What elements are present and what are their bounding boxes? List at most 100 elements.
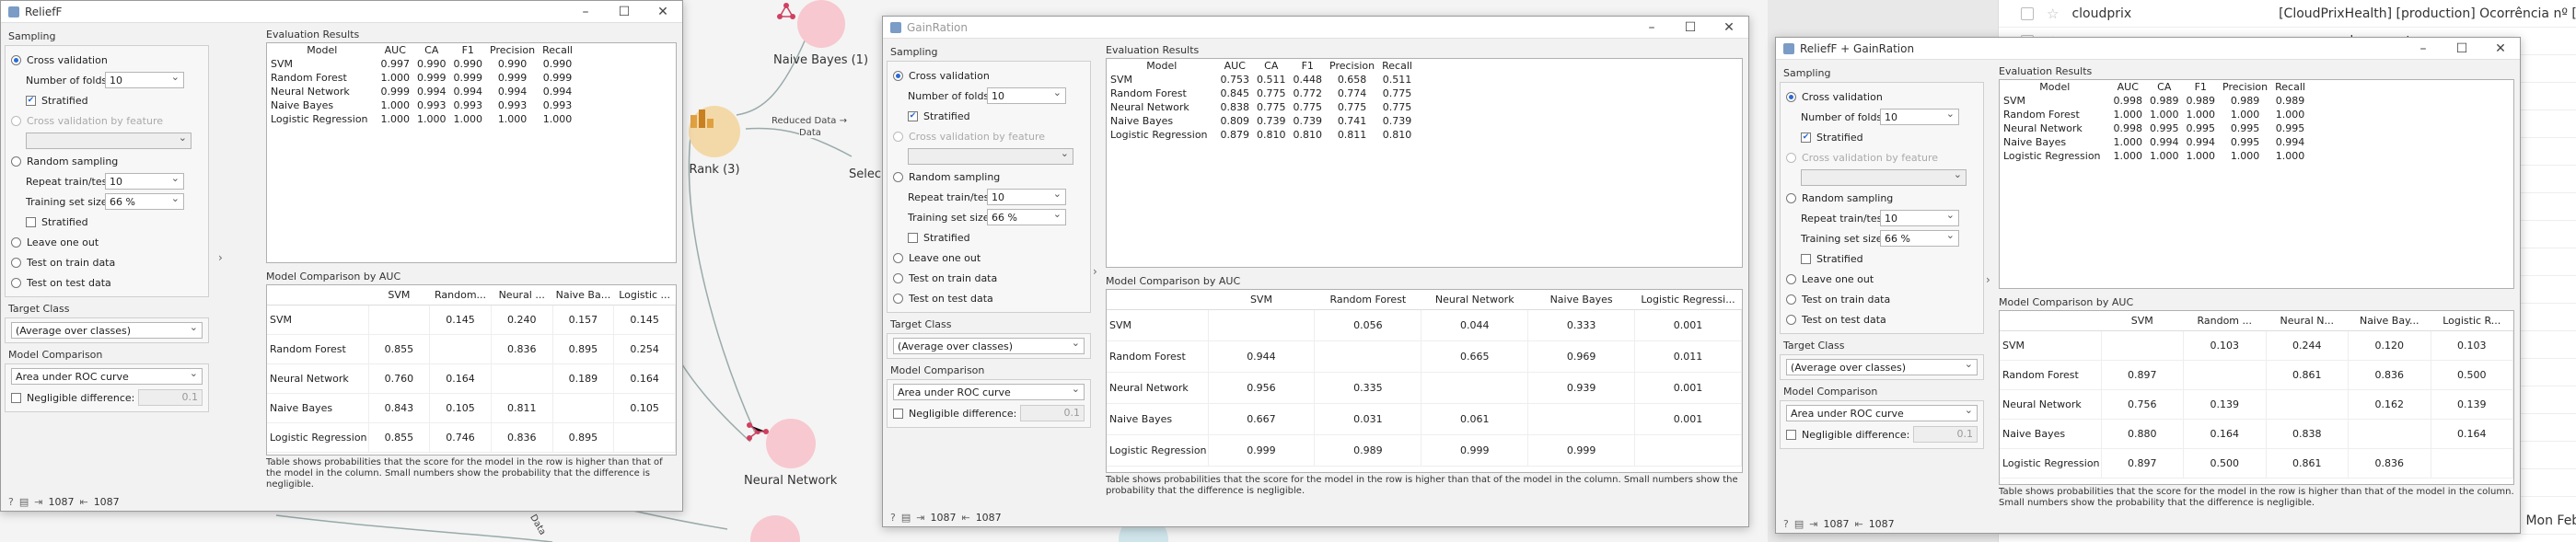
minimize-button[interactable]: – bbox=[566, 5, 605, 19]
node-rank-3[interactable]: Rank (3) bbox=[689, 106, 740, 177]
cv-by-feature-radio[interactable]: Cross validation by feature bbox=[1786, 147, 1978, 167]
evaluation-table-box[interactable]: Model AUC CA F1 Precision Recall SVM 0.753 0.51… bbox=[1106, 58, 1743, 268]
cv-by-feature-radio[interactable]: Cross validation by feature bbox=[11, 110, 203, 131]
comparison-table-box[interactable]: SVM Random ... Neural N... Naive Bay... Logi… bbox=[1999, 310, 2514, 485]
mail-row[interactable]: ☆ cloudprix [CloudPrixHealth] [production]… bbox=[1999, 0, 2576, 28]
negligible-field[interactable]: 0.1 bbox=[1020, 405, 1085, 421]
score-combo[interactable]: Area under ROC curve bbox=[1786, 404, 1978, 421]
maximize-button[interactable]: ☐ bbox=[1671, 20, 1710, 35]
negligible-field[interactable]: 0.1 bbox=[138, 389, 203, 406]
negligible-checkbox[interactable] bbox=[1786, 429, 1796, 440]
column-header[interactable]: Precision bbox=[486, 43, 539, 57]
stratified2-checkbox[interactable]: Stratified bbox=[908, 227, 1085, 248]
star-icon[interactable]: ☆ bbox=[2047, 6, 2059, 22]
target-class-combo[interactable]: (Average over classes) bbox=[11, 321, 203, 339]
relieff-window[interactable]: ReliefF – ☐ ✕ Sampling Cross validation … bbox=[0, 0, 683, 512]
comparison-table[interactable]: SVM Random Forest Neural Network Naive Baye… bbox=[1107, 290, 1742, 467]
column-header[interactable]: Model bbox=[267, 43, 377, 57]
comparison-table[interactable]: SVM Random ... Neural N... Naive Bay... Logi… bbox=[2000, 311, 2513, 479]
repeat-combo[interactable]: 10 bbox=[105, 172, 184, 190]
minimize-button[interactable]: – bbox=[1632, 20, 1671, 35]
repeat-combo[interactable]: 10 bbox=[1880, 209, 1959, 226]
feature-combo[interactable] bbox=[908, 147, 1073, 165]
gainration-window[interactable]: GainRation – ☐ ✕ Sampling Cross validati… bbox=[882, 16, 1749, 527]
evaluation-table-box[interactable]: Model AUC CA F1 Precision Recall SVM 0.998 0.98… bbox=[1999, 79, 2514, 289]
evaluation-table[interactable]: Model AUC CA F1 Precision Recall SVM 0.997 0.99… bbox=[267, 43, 576, 126]
help-icon[interactable]: ? bbox=[890, 512, 896, 524]
negligible-checkbox[interactable] bbox=[11, 392, 21, 403]
column-header[interactable]: CA bbox=[1253, 59, 1290, 73]
table-row[interactable]: Naive Bayes 0.809 0.739 0.739 0.741 0.739 bbox=[1107, 114, 1416, 128]
cv-by-feature-radio[interactable]: Cross validation by feature bbox=[893, 126, 1085, 146]
column-header[interactable]: Recall bbox=[1378, 59, 1416, 73]
table-row[interactable]: Random Forest 0.845 0.775 0.772 0.774 0.775 bbox=[1107, 86, 1416, 100]
title-bar[interactable]: ReliefF – ☐ ✕ bbox=[1, 1, 682, 23]
panel-splitter-icon[interactable]: › bbox=[218, 251, 223, 264]
leave-one-out-radio[interactable]: Leave one out bbox=[11, 232, 203, 252]
evaluation-table-box[interactable]: Model AUC CA F1 Precision Recall SVM 0.997 0.99… bbox=[266, 42, 677, 263]
random-sampling-radio[interactable]: Random sampling bbox=[893, 167, 1085, 187]
node-neural-network[interactable]: Neural Network bbox=[744, 419, 837, 488]
maximize-button[interactable]: ☐ bbox=[605, 5, 644, 19]
random-sampling-radio[interactable]: Random sampling bbox=[1786, 188, 1978, 208]
negligible-field[interactable]: 0.1 bbox=[1913, 426, 1978, 443]
score-combo[interactable]: Area under ROC curve bbox=[893, 383, 1085, 400]
column-header[interactable]: F1 bbox=[2183, 80, 2220, 94]
column-header[interactable]: AUC bbox=[2110, 80, 2147, 94]
select-checkbox[interactable] bbox=[2021, 6, 2034, 20]
stratified-checkbox[interactable]: ✔ Stratified bbox=[908, 106, 1085, 126]
target-class-combo[interactable]: (Average over classes) bbox=[1786, 358, 1978, 375]
title-bar[interactable]: GainRation – ☐ ✕ bbox=[883, 17, 1748, 39]
report-icon[interactable]: ▤ bbox=[901, 512, 911, 524]
table-row[interactable]: Neural Network 0.999 0.994 0.994 0.994 0.994 bbox=[267, 85, 576, 98]
test-on-test-radio[interactable]: Test on test data bbox=[11, 272, 203, 293]
folds-combo[interactable]: 10 bbox=[1880, 108, 1959, 125]
column-header[interactable]: Model bbox=[1107, 59, 1217, 73]
feature-combo[interactable] bbox=[1801, 168, 1967, 186]
test-on-train-radio[interactable]: Test on train data bbox=[893, 268, 1085, 288]
comparison-table[interactable]: SVM Random... Neural ... Naive Ba... Logisti… bbox=[267, 285, 676, 453]
stratified-checkbox[interactable]: ✔ Stratified bbox=[1801, 127, 1978, 147]
table-row[interactable]: Neural Network 0.838 0.775 0.775 0.775 0.775 bbox=[1107, 100, 1416, 114]
evaluation-table[interactable]: Model AUC CA F1 Precision Recall SVM 0.998 0.98… bbox=[2000, 80, 2309, 163]
node-partial[interactable] bbox=[750, 515, 800, 542]
column-header[interactable]: AUC bbox=[1217, 59, 1254, 73]
close-button[interactable]: ✕ bbox=[644, 5, 682, 19]
panel-splitter-icon[interactable]: › bbox=[1093, 265, 1097, 278]
close-button[interactable]: ✕ bbox=[2481, 41, 2520, 56]
column-header[interactable]: CA bbox=[413, 43, 450, 57]
random-sampling-radio[interactable]: Random sampling bbox=[11, 151, 203, 171]
column-header[interactable]: Recall bbox=[539, 43, 576, 57]
test-on-test-radio[interactable]: Test on test data bbox=[1786, 309, 1978, 329]
close-button[interactable]: ✕ bbox=[1710, 20, 1748, 35]
stratified2-checkbox[interactable]: Stratified bbox=[1801, 248, 1978, 269]
column-header[interactable]: CA bbox=[2146, 80, 2183, 94]
panel-splitter-icon[interactable]: › bbox=[1986, 273, 1990, 286]
cross-validation-radio[interactable]: Cross validation bbox=[893, 65, 1085, 86]
relieff-gainration-window[interactable]: ReliefF + GainRation – ☐ ✕ Sampling Cros… bbox=[1775, 37, 2521, 534]
table-row[interactable]: Random Forest 1.000 1.000 1.000 1.000 1.000 bbox=[2000, 108, 2309, 121]
cross-validation-radio[interactable]: Cross validation bbox=[11, 50, 203, 70]
table-row[interactable]: Neural Network 0.998 0.995 0.995 0.995 0.995 bbox=[2000, 121, 2309, 135]
table-row[interactable]: Naive Bayes 1.000 0.994 0.994 0.995 0.994 bbox=[2000, 135, 2309, 149]
column-header[interactable]: Precision bbox=[2219, 80, 2271, 94]
evaluation-table[interactable]: Model AUC CA F1 Precision Recall SVM 0.753 0.51… bbox=[1107, 59, 1416, 142]
column-header[interactable]: Recall bbox=[2271, 80, 2309, 94]
table-row[interactable]: Logistic Regression 1.000 1.000 1.000 1.000 1… bbox=[2000, 149, 2309, 163]
training-size-combo[interactable]: 66 % bbox=[1880, 229, 1959, 247]
table-row[interactable]: SVM 0.997 0.990 0.990 0.990 0.990 bbox=[267, 57, 576, 71]
report-icon[interactable]: ▤ bbox=[19, 496, 29, 508]
training-size-combo[interactable]: 66 % bbox=[987, 208, 1066, 225]
table-row[interactable]: Logistic Regression 0.879 0.810 0.810 0.811 0… bbox=[1107, 128, 1416, 142]
column-header[interactable]: F1 bbox=[450, 43, 487, 57]
minimize-button[interactable]: – bbox=[2404, 41, 2443, 56]
maximize-button[interactable]: ☐ bbox=[2443, 41, 2481, 56]
feature-combo[interactable] bbox=[26, 132, 191, 149]
help-icon[interactable]: ? bbox=[8, 496, 14, 508]
node-naive-bayes-1[interactable]: Naive Bayes (1) bbox=[773, 0, 868, 67]
table-row[interactable]: SVM 0.998 0.989 0.989 0.989 0.989 bbox=[2000, 94, 2309, 108]
folds-combo[interactable]: 10 bbox=[105, 71, 184, 88]
leave-one-out-radio[interactable]: Leave one out bbox=[893, 248, 1085, 268]
stratified2-checkbox[interactable]: Stratified bbox=[26, 212, 203, 232]
help-icon[interactable]: ? bbox=[1783, 518, 1789, 530]
